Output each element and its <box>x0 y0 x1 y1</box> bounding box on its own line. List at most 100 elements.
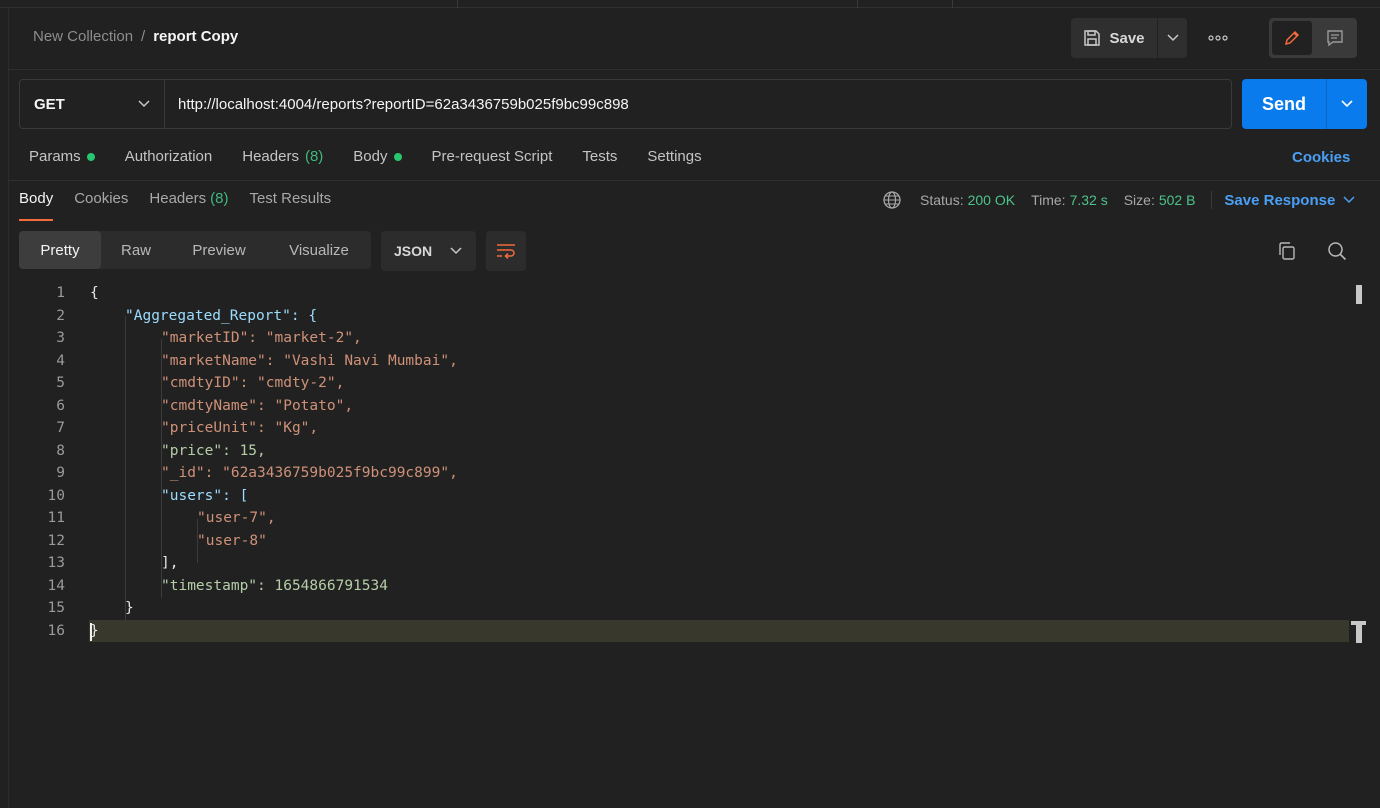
url-input[interactable] <box>165 80 1231 128</box>
search-button[interactable] <box>1326 240 1348 262</box>
line-number: 12 <box>47 532 65 549</box>
tab-body[interactable]: Body <box>353 148 402 165</box>
save-icon <box>1084 30 1101 46</box>
code-line: 2 "Aggregated_Report": { <box>9 305 1349 328</box>
response-tab-test-results[interactable]: Test Results <box>249 190 331 220</box>
format-label: JSON <box>394 243 433 259</box>
save-button[interactable]: Save <box>1071 18 1157 58</box>
pane-divider[interactable] <box>9 180 1380 181</box>
scrollbar-marker[interactable] <box>1356 285 1362 304</box>
code-line: 1 { <box>9 282 1349 305</box>
more-options-button[interactable] <box>1201 28 1235 48</box>
tab-body-label: Body <box>353 148 388 165</box>
line-number: 14 <box>47 577 65 594</box>
edit-mode-button[interactable] <box>1272 21 1312 55</box>
copy-button[interactable] <box>1276 240 1298 262</box>
time-label: Time: <box>1031 192 1066 208</box>
code-text: "Aggregated_Report": { <box>125 307 318 324</box>
breadcrumb-separator: / <box>141 28 146 45</box>
search-icon <box>1328 242 1347 261</box>
save-response-button[interactable]: Save Response <box>1224 192 1355 209</box>
tab-pre-request-script[interactable]: Pre-request Script <box>432 148 553 165</box>
chevron-down-icon <box>1343 196 1355 204</box>
send-button-group: Send <box>1242 79 1367 129</box>
line-number: 5 <box>56 375 65 391</box>
response-tabs: Body Cookies Headers (8) Test Results <box>19 190 352 221</box>
comments-button[interactable] <box>1316 21 1354 55</box>
line-number: 7 <box>56 420 65 436</box>
method-select[interactable]: GET <box>20 80 165 128</box>
headers-count: (8) <box>304 148 324 165</box>
view-raw[interactable]: Raw <box>101 231 171 269</box>
line-number: 8 <box>56 442 65 459</box>
view-pretty[interactable]: Pretty <box>19 231 101 269</box>
save-dropdown-button[interactable] <box>1157 18 1187 58</box>
code-text: "marketID": "market-2", <box>161 330 362 346</box>
response-body-editor[interactable]: 1 { 2 "Aggregated_Report": { 3 "marketID… <box>9 282 1349 682</box>
code-line: 9 "_id": "62a3436759b025f9bc99c899", <box>9 462 1349 485</box>
code-text: "price": 15, <box>161 442 266 459</box>
code-line: 12 "user-8" <box>9 530 1349 553</box>
line-number: 4 <box>56 352 65 369</box>
tab-params[interactable]: Params <box>29 148 95 165</box>
line-number: 13 <box>47 555 65 571</box>
format-select[interactable]: JSON <box>381 231 476 271</box>
response-tab-body[interactable]: Body <box>19 190 54 221</box>
line-number: 16 <box>47 622 65 639</box>
line-number: 9 <box>56 465 65 481</box>
globe-icon[interactable] <box>882 190 902 210</box>
chevron-down-icon <box>138 100 150 108</box>
tab-headers-label: Headers <box>242 148 299 165</box>
tab-settings[interactable]: Settings <box>647 148 701 165</box>
tab-authorization[interactable]: Authorization <box>125 148 213 165</box>
request-header: New Collection / report Copy Save <box>9 8 1380 70</box>
response-tab-body-label: Body <box>19 190 54 207</box>
line-number: 3 <box>56 330 65 346</box>
code-line: 13 ], <box>9 552 1349 575</box>
size-value[interactable]: 502 B <box>1159 192 1196 208</box>
tab-headers[interactable]: Headers (8) <box>242 148 323 165</box>
sidebar-edge <box>0 8 9 808</box>
code-text: "user-8" <box>197 532 267 549</box>
time-value[interactable]: 7.32 s <box>1070 192 1108 208</box>
chevron-down-icon <box>1341 100 1353 108</box>
line-number: 1 <box>56 285 65 301</box>
code-line: 3 "marketID": "market-2", <box>9 327 1349 350</box>
code-line: 8 "price": 15, <box>9 440 1349 463</box>
code-text: "_id": "62a3436759b025f9bc99c899", <box>161 465 458 481</box>
line-number: 15 <box>47 600 65 616</box>
status-value[interactable]: 200 OK <box>968 192 1015 208</box>
tab-pre-request-label: Pre-request Script <box>431 148 553 165</box>
line-number: 10 <box>47 487 65 504</box>
breadcrumb-collection[interactable]: New Collection <box>33 28 133 45</box>
cookies-link[interactable]: Cookies <box>1292 149 1350 166</box>
code-text: "timestamp": 1654866791534 <box>161 577 388 594</box>
wrap-lines-button[interactable] <box>486 231 526 271</box>
code-line: 5 "cmdtyID": "cmdty-2", <box>9 372 1349 395</box>
line-number: 2 <box>56 307 65 324</box>
status-label: Status: <box>920 192 964 208</box>
size-label: Size: <box>1123 192 1155 208</box>
view-visualize[interactable]: Visualize <box>267 231 371 269</box>
top-tab-strip <box>0 0 1380 8</box>
tab-strip-segment <box>458 0 858 8</box>
method-label: GET <box>34 95 65 113</box>
save-response-label: Save Response <box>1224 191 1336 209</box>
tab-tests-label: Tests <box>582 148 618 165</box>
response-tab-headers[interactable]: Headers (8) <box>149 190 228 220</box>
send-button[interactable]: Send <box>1242 79 1326 129</box>
request-name[interactable]: report Copy <box>153 28 238 45</box>
response-tab-cookies[interactable]: Cookies <box>74 190 128 220</box>
view-preview[interactable]: Preview <box>171 231 267 269</box>
code-line: 11 "user-7", <box>9 507 1349 530</box>
tab-strip-segment <box>858 0 953 8</box>
breadcrumb: New Collection / report Copy <box>33 28 238 45</box>
send-dropdown-button[interactable] <box>1326 79 1367 129</box>
tab-tests[interactable]: Tests <box>582 148 617 165</box>
params-indicator-dot <box>86 152 95 161</box>
status-divider <box>1211 191 1213 209</box>
save-label: Save <box>1109 29 1145 47</box>
scrollbar-thumb[interactable] <box>1351 621 1366 643</box>
copy-icon <box>1279 242 1295 260</box>
body-indicator-dot <box>393 152 402 161</box>
